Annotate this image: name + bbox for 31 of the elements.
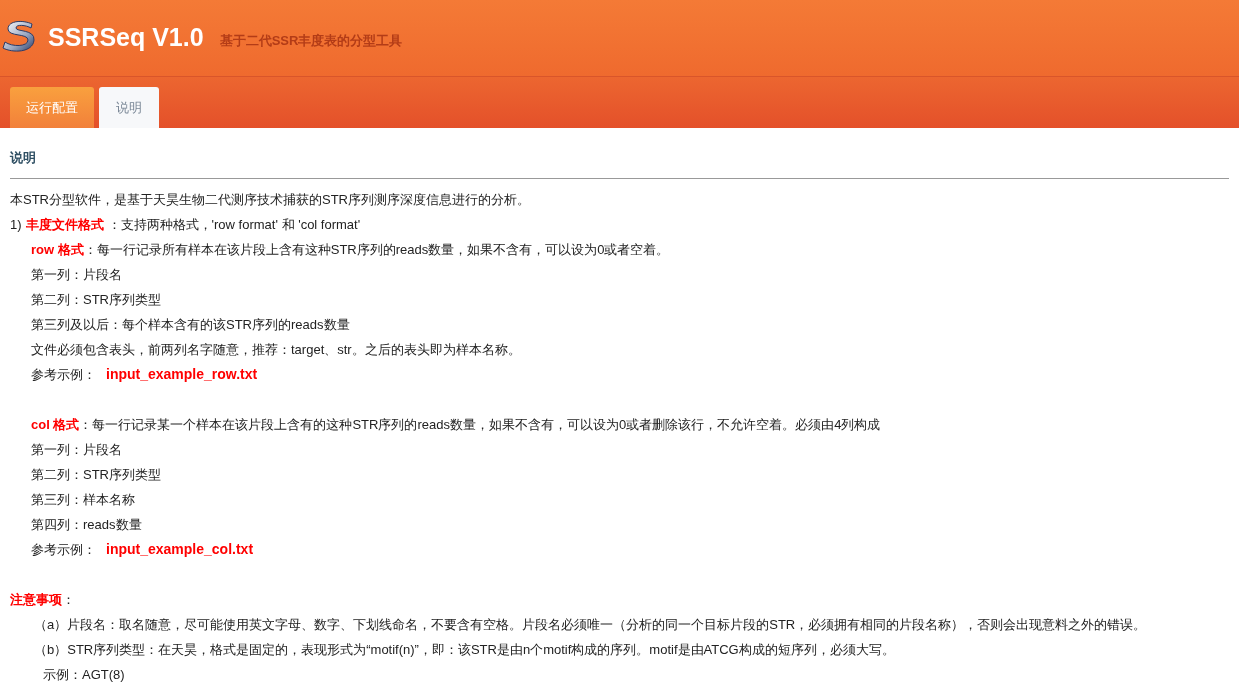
text-line: ：每一行记录所有样本在该片段上含有这种STR序列的reads数量，如果不含有，可以设为0或者空着。 [83,241,670,259]
file-link[interactable]: input_example_row.txt [106,362,258,387]
text-line: 第二列：STR序列类型 [31,467,161,482]
text-line: 第三列：样本名称 [31,492,135,507]
text-line: 文件必须包含表头，前两列名字随意，推荐：target、str。之后的表头即为样本名称。 [31,342,521,357]
text-line: 本STR分型软件，是基于天昊生物二代测序技术捕获的STR序列测序深度信息进行的分析。 [10,192,530,207]
text-line: 第二列：STR序列类型 [31,292,161,307]
section-title: 说明 [10,149,37,167]
text-line: ：支持两种格式，'row format' 和 'col format' [107,216,361,234]
section-label: 注意事项 [10,591,62,609]
section-label: row 格式 [31,241,84,259]
tab[interactable]: 运行配置 [10,87,94,128]
text-line: （b）STR序列类型：在天昊，格式是固定的，表现形式为“motif(n)”，即：该STR是由n个motif构成的序列。motif是由ATCG构成的短序列，必须大写。 [34,642,895,657]
app-title: SSRSeq V1.0 [48,22,204,54]
list-number: 1) [10,216,22,234]
text-line: 第三列及以后：每个样本含有的该STR序列的reads数量 [31,317,350,332]
text-line: ：每一行记录某一个样本在该片段上含有的这种STR序列的reads数量，如果不含有，可以设为0或者删除该行，不允许空着。必须由4列构成 [79,416,881,434]
text-line: 参考示例： [31,366,96,384]
text-line: 第一列：片段名 [31,442,122,457]
text-line: 示例：AGT(8) [43,667,125,682]
text-line: 第一列：片段名 [31,267,122,282]
text-line: ： [62,591,75,609]
s-logo-icon [2,20,36,52]
app-subtitle: 基于二代SSR丰度表的分型工具 [219,32,403,51]
section-label: 丰度文件格式 [25,216,104,234]
text-line: （a）片段名：取名随意，尽可能使用英文字母、数字、下划线命名，不要含有空格。片段名必须唯一（分析的同一个目标片段的STR，必须拥有相同的片段名称），否则会出现意料之外的错误。 [34,617,1147,632]
text-line: 参考示例： [31,541,96,559]
file-link[interactable]: input_example_col.txt [106,537,254,562]
tab[interactable]: 说明 [99,87,159,128]
text-line: 第四列：reads数量 [31,517,142,532]
section-label: col 格式 [31,416,80,434]
